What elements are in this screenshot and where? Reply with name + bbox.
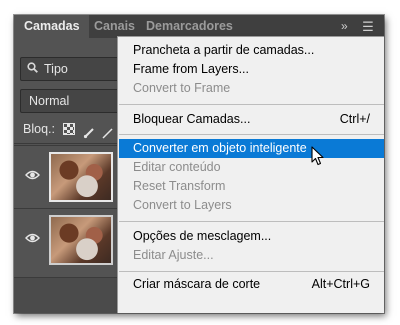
lock-transparency-icon[interactable] bbox=[63, 123, 75, 135]
menu-item-frame-from-layers[interactable]: Frame from Layers... bbox=[119, 60, 384, 79]
mouse-pointer-icon bbox=[311, 146, 324, 166]
menu-item-convert-to-layers[interactable]: Convert to Layers bbox=[119, 196, 384, 215]
menu-item-edit-adjustment[interactable]: Editar Ajuste... bbox=[119, 246, 384, 265]
lock-label: Bloq.: bbox=[23, 122, 55, 136]
menu-separator bbox=[119, 104, 384, 105]
visibility-eye-icon[interactable] bbox=[25, 231, 40, 243]
menu-item-label: Reset Transform bbox=[133, 179, 226, 193]
blend-mode-value: Normal bbox=[29, 94, 70, 108]
menu-item-label: Editar Ajuste... bbox=[133, 248, 214, 262]
tab-channels[interactable]: Canais bbox=[94, 15, 135, 38]
layer-thumbnail[interactable] bbox=[49, 152, 113, 202]
lock-position-icon[interactable] bbox=[101, 123, 113, 139]
menu-item-create-clipping-mask[interactable]: Criar máscara de corte Alt+Ctrl+G bbox=[119, 275, 384, 294]
layers-context-menu: Prancheta a partir de camadas... Frame f… bbox=[117, 36, 384, 313]
menu-item-label: Opções de mesclagem... bbox=[133, 229, 272, 243]
menu-separator bbox=[119, 221, 384, 222]
menu-item-label: Converter em objeto inteligente bbox=[133, 141, 307, 155]
visibility-eye-icon[interactable] bbox=[25, 168, 40, 180]
panel-menu-icon[interactable]: ☰ bbox=[359, 15, 377, 38]
menu-item-label: Editar conteúdo bbox=[133, 160, 221, 174]
menu-separator bbox=[119, 134, 384, 135]
screenshot-frame: Camadas Canais Demarcadores » ☰ Tipo Nor… bbox=[14, 15, 384, 313]
menu-item-reset-transform[interactable]: Reset Transform bbox=[119, 177, 384, 196]
search-icon bbox=[27, 58, 38, 80]
menu-item-blending-options[interactable]: Opções de mesclagem... bbox=[119, 227, 384, 246]
menu-item-label: Prancheta a partir de camadas... bbox=[133, 43, 315, 57]
tab-paths[interactable]: Demarcadores bbox=[146, 15, 233, 38]
menu-item-label: Bloquear Camadas... bbox=[133, 112, 251, 126]
menu-item-convert-to-frame[interactable]: Convert to Frame bbox=[119, 79, 384, 98]
menu-item-shortcut: Alt+Ctrl+G bbox=[311, 277, 370, 291]
menu-item-label: Criar máscara de corte bbox=[133, 277, 261, 291]
menu-item-shortcut: Ctrl+/ bbox=[339, 112, 370, 126]
menu-item-artboard-from-layers[interactable]: Prancheta a partir de camadas... bbox=[119, 41, 384, 60]
menu-item-edit-contents[interactable]: Editar conteúdo bbox=[119, 158, 384, 177]
tab-layers[interactable]: Camadas bbox=[14, 15, 89, 38]
panel-tab-bar: Camadas Canais Demarcadores » ☰ bbox=[14, 15, 384, 38]
menu-item-label: Convert to Frame bbox=[133, 81, 231, 95]
menu-item-lock-layers[interactable]: Bloquear Camadas... Ctrl+/ bbox=[119, 110, 384, 129]
collapse-panel-icon[interactable]: » bbox=[341, 15, 348, 38]
layer-thumbnail[interactable] bbox=[49, 215, 113, 265]
menu-item-convert-to-smart-object[interactable]: Converter em objeto inteligente bbox=[119, 139, 384, 158]
filter-value: Tipo bbox=[44, 62, 68, 76]
menu-separator bbox=[119, 271, 384, 272]
lock-pixels-icon[interactable] bbox=[83, 123, 95, 139]
menu-item-label: Frame from Layers... bbox=[133, 62, 249, 76]
menu-item-label: Convert to Layers bbox=[133, 198, 232, 212]
